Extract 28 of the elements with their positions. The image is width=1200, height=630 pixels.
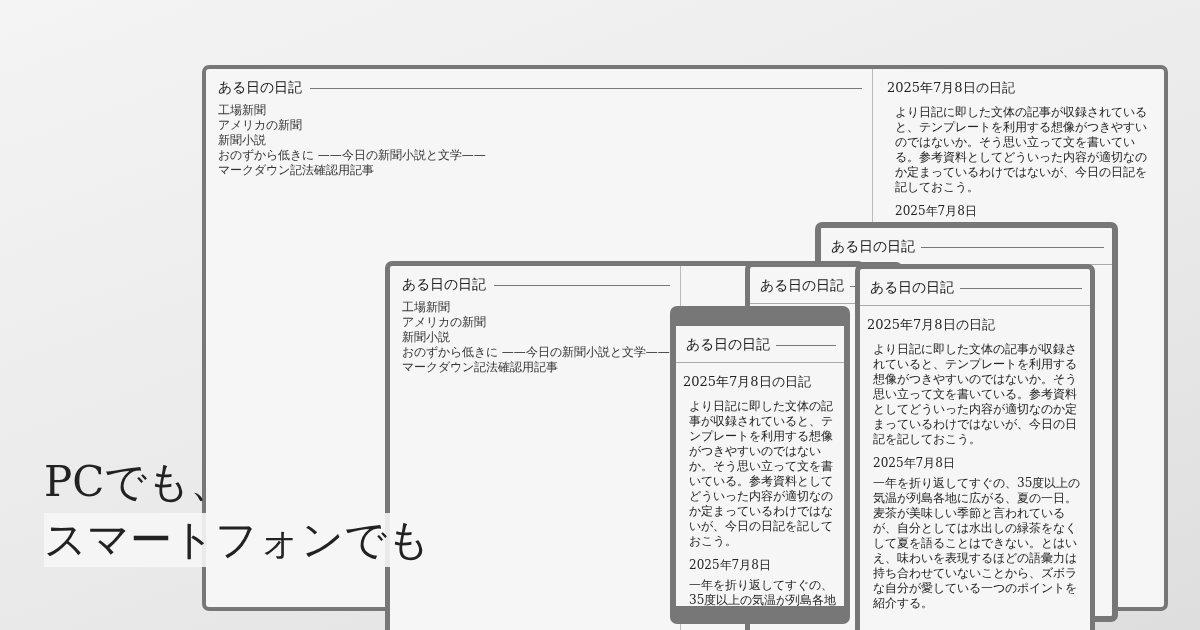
article-paragraph: 一年を折り返してすぐの、35度以上の気温が列島各地に広がる、夏の一日。麦茶が美味しい季節と言われているが、自分としては水出しの緑茶をなくして夏を語ることはできない。とはいえ、味わいを表現するほどの語彙力は持ち合わせていないことから、ズボラな自分が愛している一つのポイントを紹介する。 (873, 476, 1082, 611)
article-paragraph: 一年を折り返してすぐの、35度以上の気温が列島各地 (689, 578, 838, 606)
site-title[interactable]: ある日の日記 (760, 277, 844, 295)
article-heading: 2025年7月8日の日記 (683, 373, 812, 391)
nav-link[interactable]: 新聞小説 (218, 133, 266, 148)
entry-date: 2025年7月8日 (689, 557, 772, 574)
article-heading: 2025年7月8日の日記 (887, 79, 1016, 97)
site-title[interactable]: ある日の日記 (870, 279, 954, 297)
article-paragraph: より日記に即した文体の記事が収録されていると、テンプレートを利用する想像がつきやすいのではないか。そう思い立って文を書いている。参考資料としてどういった内容が適切なのか定まっているわけではないが、今日の日記を記しておこう。 (895, 105, 1148, 195)
nav-link[interactable]: マークダウン記法確認用記事 (218, 163, 374, 178)
nav-link[interactable]: 新聞小説 (402, 330, 450, 345)
entry-date: 2025年7月8日 (873, 455, 956, 472)
site-title[interactable]: ある日の日記 (402, 276, 486, 294)
nav-link[interactable]: 工場新聞 (218, 103, 266, 118)
nav-link[interactable]: アメリカの新聞 (218, 118, 302, 133)
entry-date: 2025年7月8日 (895, 203, 978, 220)
site-title[interactable]: ある日の日記 (831, 238, 915, 256)
nav-link[interactable]: 工場新聞 (402, 300, 450, 315)
site-title[interactable]: ある日の日記 (686, 336, 770, 354)
article-heading: 2025年7月8日の日記 (867, 316, 996, 334)
headline-text: PCでも、 (44, 456, 234, 508)
site-title[interactable]: ある日の日記 (218, 79, 302, 97)
article-paragraph: より日記に即した文体の記事が収録されていると、テンプレートを利用する想像がつきやすいのではないか。そう思い立って文を書いている。参考資料としてどういった内容が適切なのか定まっているわけではないが、今日の日記を記しておこう。 (689, 399, 834, 549)
nav-link[interactable]: おのずから低きに ——今日の新聞小説と文学—— (218, 148, 486, 163)
nav-link[interactable]: マークダウン記法確認用記事 (402, 360, 558, 375)
nav-link[interactable]: おのずから低きに ——今日の新聞小説と文学—— (402, 345, 670, 360)
article-paragraph: より日記に即した文体の記事が収録されていると、テンプレートを利用する想像がつきやすいのではないか。そう思い立って文を書いている。参考資料としてどういった内容が適切なのか定まっているわけではないが、今日の日記を記しておこう。 (873, 342, 1078, 447)
nav-link[interactable]: アメリカの新聞 (402, 315, 486, 330)
